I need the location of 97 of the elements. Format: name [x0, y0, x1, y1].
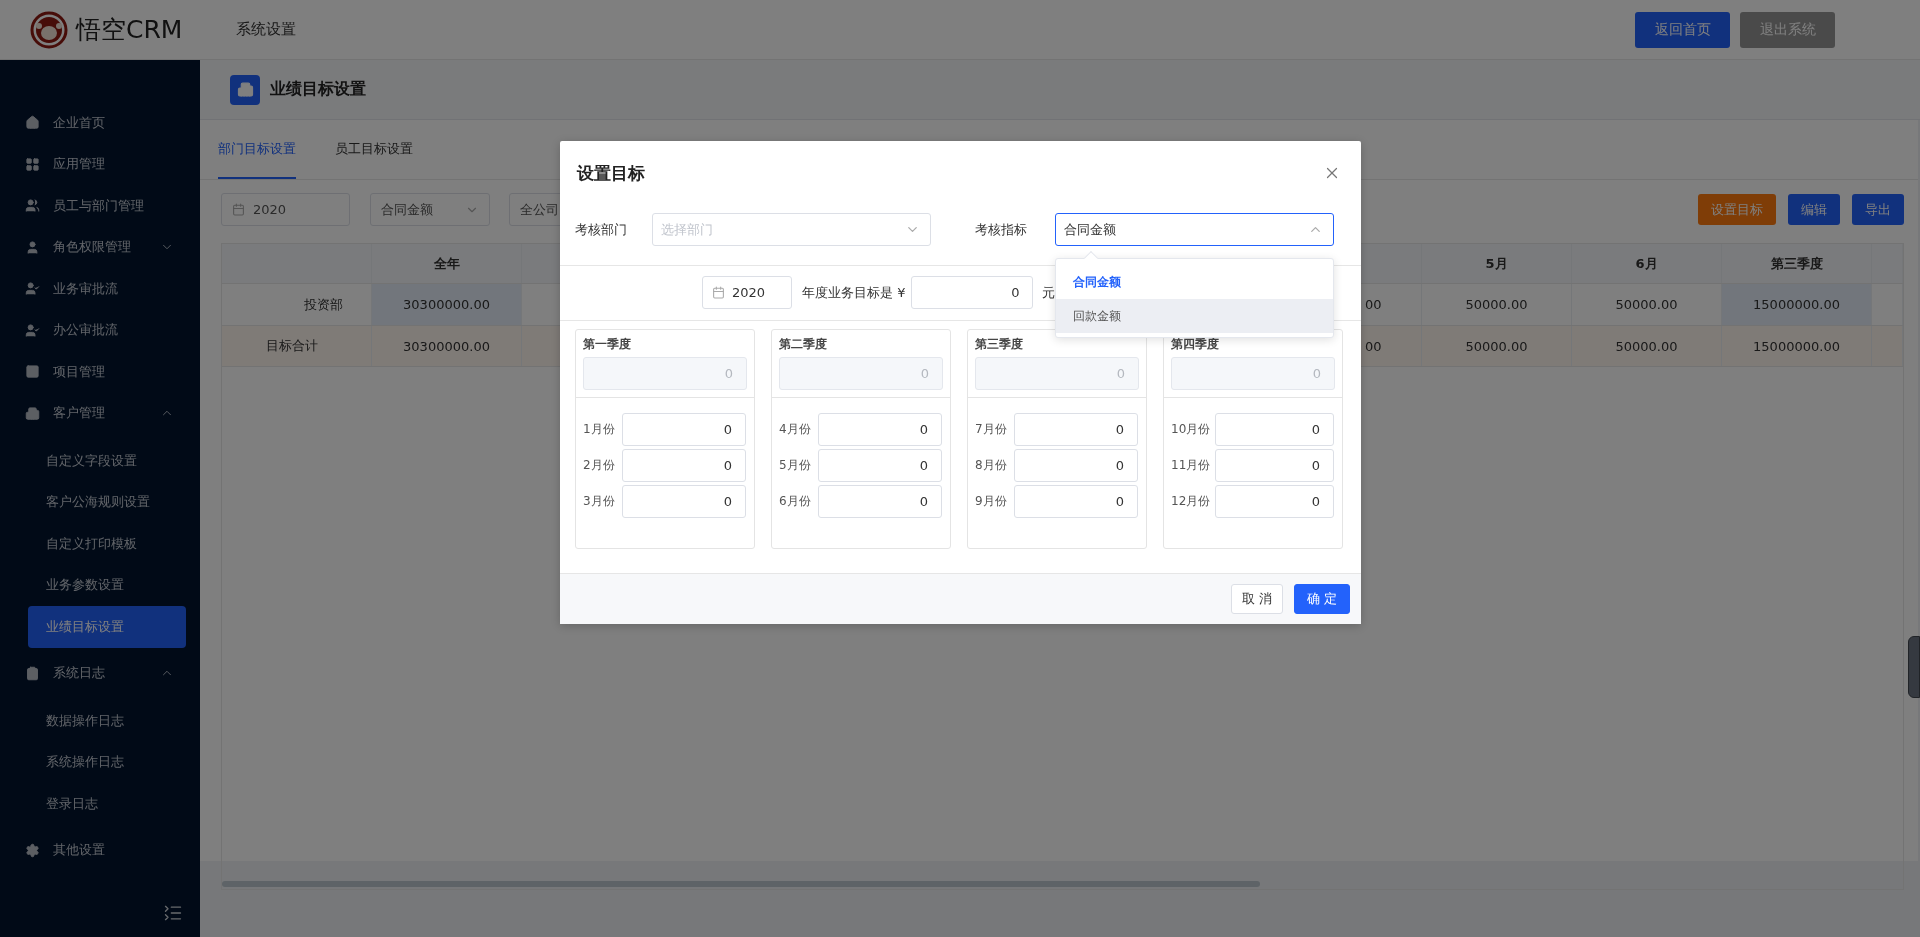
quarter-total-input[interactable]: 0	[779, 357, 943, 390]
column-header: 5月	[1422, 244, 1572, 283]
month-label: 8月份	[975, 456, 1008, 474]
month-label: 2月份	[583, 456, 616, 474]
nav-subitem[interactable]: 自定义打印模板	[28, 523, 186, 565]
month-input[interactable]: 0	[818, 448, 942, 482]
user-check-icon	[25, 281, 40, 297]
cancel-button[interactable]: 取 消	[1230, 584, 1283, 614]
month-input[interactable]: 0	[622, 484, 746, 518]
table-cell: 50000.00	[1422, 284, 1572, 325]
month-label: 9月份	[975, 492, 1008, 510]
column-header: 第三季度	[1722, 244, 1872, 283]
month-label: 1月份	[583, 420, 616, 438]
users-icon	[25, 198, 40, 214]
nav-subitem[interactable]: 客户公海规则设置	[28, 481, 186, 523]
tab[interactable]: 部门目标设置	[218, 120, 296, 179]
nav-item[interactable]: 角色权限管理	[0, 226, 200, 268]
tab[interactable]: 员工目标设置	[335, 120, 413, 179]
calendar-icon	[712, 286, 725, 299]
calendar-icon	[232, 203, 245, 216]
month-input[interactable]: 0	[622, 448, 746, 482]
month-label: 5月份	[779, 456, 812, 474]
nav-subitem[interactable]: 业务参数设置	[28, 564, 186, 606]
month-label: 12月份	[1171, 492, 1212, 510]
quarter-label: 第一季度	[583, 336, 632, 353]
house-icon	[25, 115, 40, 131]
month-label: 7月份	[975, 420, 1008, 438]
nav-item[interactable]: 系统日志	[0, 652, 200, 694]
month-label: 6月份	[779, 492, 812, 510]
nav-item[interactable]: 项目管理	[0, 351, 200, 393]
confirm-button[interactable]: 确 定	[1293, 584, 1350, 614]
table-cell: 50000.00	[1422, 326, 1572, 366]
quarter-total-input[interactable]: 0	[975, 357, 1139, 390]
dropdown-option[interactable]: 合同金额	[1056, 265, 1333, 299]
dialog-title: 设置目标	[577, 161, 646, 185]
nav-item[interactable]: 应用管理	[0, 143, 200, 185]
quarter-label: 第四季度	[1171, 336, 1220, 353]
month-input[interactable]: 0	[1014, 484, 1138, 518]
metric-select[interactable]: 合同金额	[370, 193, 490, 226]
grid-icon	[25, 156, 40, 172]
table-cell: 15000000.00	[1722, 284, 1872, 325]
column-header: 全年	[372, 244, 522, 283]
month-input[interactable]: 0	[1014, 412, 1138, 446]
row-header-cell: 目标合计	[222, 326, 372, 366]
month-input[interactable]: 0	[1215, 484, 1334, 518]
page-title: 业绩目标设置	[270, 79, 366, 100]
nav-subitem[interactable]: 登录日志	[28, 783, 186, 825]
toolbar-button[interactable]: 导出	[1852, 194, 1904, 225]
user-check-icon	[25, 322, 40, 338]
gear-icon	[25, 842, 40, 858]
nav-subitem[interactable]: 系统操作日志	[28, 741, 186, 783]
dropdown-option[interactable]: 回款金额	[1056, 299, 1333, 333]
month-label: 3月份	[583, 492, 616, 510]
header-button[interactable]: 返回首页	[1635, 11, 1730, 48]
field-label: 考核指标	[975, 220, 1028, 239]
unit-label: 元	[1042, 283, 1056, 302]
target-label: 年度业务目标是 ¥	[802, 283, 906, 302]
nav-item[interactable]: 其他设置	[0, 829, 200, 871]
quarter-label: 第二季度	[779, 336, 828, 353]
table-cell: 30300000.00	[372, 284, 522, 325]
nav-item[interactable]: 办公审批流	[0, 309, 200, 351]
target-input[interactable]: 0	[911, 276, 1034, 309]
year-picker[interactable]: 2020	[702, 276, 792, 309]
month-label: 10月份	[1171, 420, 1212, 438]
month-input[interactable]: 0	[622, 412, 746, 446]
month-input[interactable]: 0	[1215, 448, 1334, 482]
month-label: 4月份	[779, 420, 812, 438]
nav-subitem[interactable]: 业绩目标设置	[28, 606, 186, 648]
table-cell: 50000.00	[1572, 326, 1722, 366]
side-handle[interactable]	[1908, 636, 1920, 698]
month-input[interactable]: 0	[1215, 412, 1334, 446]
nav-subitem[interactable]: 自定义字段设置	[28, 440, 186, 482]
field-label: 考核部门	[575, 220, 628, 239]
header-title: 系统设置	[236, 20, 297, 39]
metric-select[interactable]: 合同金额	[1055, 213, 1334, 246]
nav-item[interactable]: 企业首页	[0, 102, 200, 144]
month-input[interactable]: 0	[818, 412, 942, 446]
nav-item[interactable]: 客户管理	[0, 392, 200, 434]
toolbar-button[interactable]: 编辑	[1788, 194, 1840, 225]
quarter-total-input[interactable]: 0	[583, 357, 747, 390]
collapse-menu-icon[interactable]	[163, 903, 183, 923]
logo-text: 悟空CRM	[76, 14, 183, 46]
table-cell: 15000000.00	[1722, 326, 1872, 366]
user-icon	[25, 239, 40, 255]
scrollbar-thumb[interactable]	[222, 881, 1260, 887]
month-input[interactable]: 0	[818, 484, 942, 518]
nav-item[interactable]: 业务审批流	[0, 268, 200, 310]
quarter-total-input[interactable]: 0	[1171, 357, 1335, 390]
table-cell: 30300000.00	[372, 326, 522, 366]
toolbar-button[interactable]: 设置目标	[1698, 194, 1776, 225]
nav-subitem[interactable]: 数据操作日志	[28, 700, 186, 742]
year-picker[interactable]: 2020	[221, 193, 350, 226]
quarter-label: 第三季度	[975, 336, 1024, 353]
month-label: 11月份	[1171, 456, 1212, 474]
nav-item[interactable]: 员工与部门管理	[0, 185, 200, 227]
column-header: 6月	[1572, 244, 1722, 283]
month-input[interactable]: 0	[1014, 448, 1138, 482]
